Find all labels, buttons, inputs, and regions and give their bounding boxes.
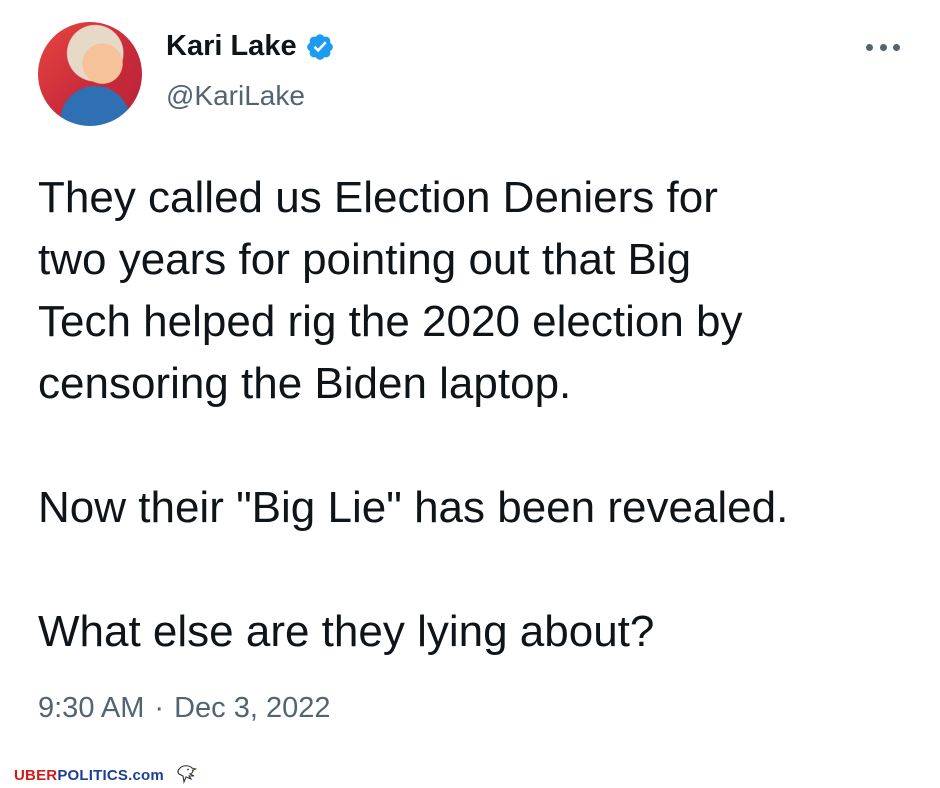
tweet-meta: 9:30 AM · Dec 3, 2022 (38, 692, 330, 725)
tweet-line: What else are they lying about? (38, 607, 655, 656)
eagle-icon (177, 765, 198, 785)
avatar[interactable] (38, 22, 142, 126)
watermark: UBERPOLITICS.com (14, 764, 200, 786)
verified-badge-icon (306, 33, 333, 60)
tweet-line: Now their "Big Lie" has been revealed. (38, 483, 789, 532)
dot (893, 43, 900, 51)
dot (866, 43, 873, 51)
author-handle[interactable]: @KariLake (166, 80, 305, 112)
author-name[interactable]: Kari Lake (166, 30, 297, 63)
tweet-line: They called us Election Deniers for (38, 173, 718, 222)
tweet-line: censoring the Biden laptop. (38, 359, 572, 408)
meta-separator: · (154, 692, 165, 724)
watermark-text: UBERPOLITICS.com (14, 766, 164, 784)
author-name-row: Kari Lake (166, 30, 335, 63)
tweet-line: Tech helped rig the 2020 election by (38, 297, 743, 346)
tweet-text: They called us Election Deniers for two … (38, 167, 918, 663)
more-options-icon[interactable] (866, 40, 900, 54)
tweet-date[interactable]: Dec 3, 2022 (174, 692, 330, 725)
tweet-line: two years for pointing out that Big (38, 235, 692, 284)
tweet-time[interactable]: 9:30 AM (38, 692, 144, 725)
dot (879, 43, 887, 51)
